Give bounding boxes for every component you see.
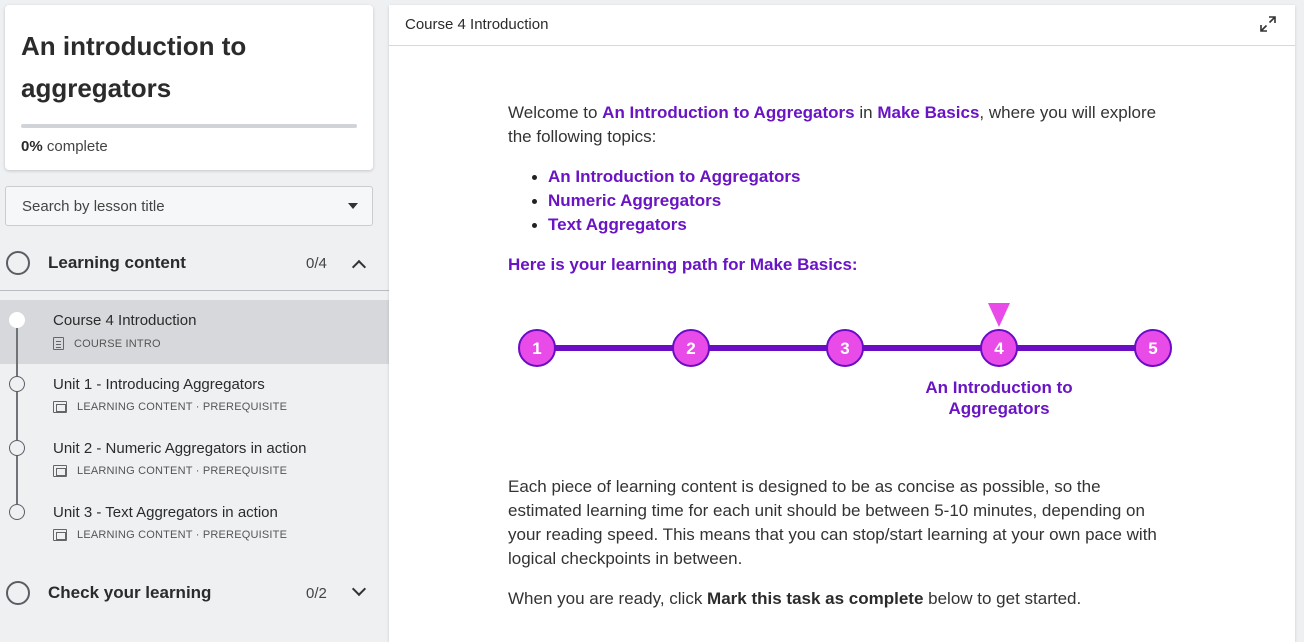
screen-icon xyxy=(53,529,67,541)
topic-item: An Introduction to Aggregators xyxy=(532,165,1178,189)
screen-icon xyxy=(53,401,67,413)
closing-prefix: When you are ready, click xyxy=(508,589,708,608)
lesson-header-title: Course 4 Introduction xyxy=(405,16,549,33)
intro-course-name: An Introduction to Aggregators xyxy=(602,103,855,122)
lesson-title: Course 4 Introduction xyxy=(53,312,197,329)
timeline-connector xyxy=(16,454,18,504)
lesson-sidebar: An introduction to aggregators 0% comple… xyxy=(0,0,389,642)
current-step-label-line-2: Aggregators xyxy=(948,399,1049,418)
section-label: Check your learning xyxy=(48,583,212,602)
lesson-meta: LEARNING CONTENT · PREREQUISITE xyxy=(53,401,287,413)
lesson-meta-text: COURSE INTRO xyxy=(74,337,161,350)
lesson-meta-text: LEARNING CONTENT · PREREQUISITE xyxy=(77,529,288,541)
timeline-connector xyxy=(16,390,18,440)
lesson-status-dot-icon xyxy=(9,376,25,392)
lesson-title: Unit 2 - Numeric Aggregators in action xyxy=(53,440,307,457)
lesson-meta: COURSE INTRO xyxy=(53,337,161,350)
progress-text: 0% complete xyxy=(21,138,108,155)
chevron-down-icon[interactable] xyxy=(351,581,367,597)
path-step-number: 5 xyxy=(1148,339,1157,358)
lesson-meta: LEARNING CONTENT · PREREQUISITE xyxy=(53,529,287,541)
topic-item: Numeric Aggregators xyxy=(532,189,1178,213)
expand-icon[interactable] xyxy=(1259,15,1277,33)
lesson-meta-text: LEARNING CONTENT · PREREQUISITE xyxy=(77,401,288,413)
progress-value: 0% xyxy=(21,138,43,155)
intro-paragraph: Welcome to An Introduction to Aggregator… xyxy=(508,101,1178,149)
lesson-item-unit-1[interactable]: Unit 1 - Introducing Aggregators LEARNIN… xyxy=(0,364,389,428)
lesson-header: Course 4 Introduction xyxy=(389,5,1295,46)
section-status-ring-icon xyxy=(6,251,30,275)
chevron-up-icon[interactable] xyxy=(351,259,367,275)
topics-list: An Introduction to Aggregators Numeric A… xyxy=(532,165,1178,237)
lesson-content-panel: Course 4 Introduction Welcome to An Intr… xyxy=(389,5,1295,642)
section-status-ring-icon xyxy=(6,581,30,605)
screen-icon xyxy=(53,465,67,477)
learning-path-diagram: 1 2 3 4 5 An Introduction to Aggregators xyxy=(518,303,1172,418)
lesson-status-dot-icon xyxy=(9,440,25,456)
caret-down-icon xyxy=(348,203,358,209)
section-learning-content[interactable]: Learning content 0/4 xyxy=(0,238,389,288)
lesson-title: Unit 3 - Text Aggregators in action xyxy=(53,504,278,521)
path-step-number: 4 xyxy=(994,339,1004,358)
intro-path-name: Make Basics xyxy=(877,103,980,122)
section-label: Learning content xyxy=(48,253,186,272)
course-summary-card: An introduction to aggregators 0% comple… xyxy=(5,5,373,170)
document-icon xyxy=(53,337,64,350)
path-step-number: 1 xyxy=(532,339,541,358)
lesson-search-dropdown[interactable]: Search by lesson title xyxy=(5,186,373,226)
lesson-meta-text: LEARNING CONTENT · PREREQUISITE xyxy=(77,465,288,477)
lesson-title: Unit 1 - Introducing Aggregators xyxy=(53,376,265,393)
lesson-item-unit-3[interactable]: Unit 3 - Text Aggregators in action LEAR… xyxy=(0,492,389,556)
lesson-item-course-4-intro[interactable]: Course 4 Introduction COURSE INTRO xyxy=(0,300,389,364)
closing-paragraph: When you are ready, click Mark this task… xyxy=(508,587,1178,611)
lesson-body: Welcome to An Introduction to Aggregator… xyxy=(508,101,1178,277)
lesson-status-dot-icon xyxy=(9,312,25,328)
section-count: 0/4 xyxy=(306,254,327,272)
course-title: An introduction to aggregators xyxy=(21,31,247,103)
body-paragraph: Each piece of learning content is design… xyxy=(508,477,1157,568)
intro-prefix: Welcome to xyxy=(508,103,603,122)
path-step-number: 2 xyxy=(686,339,695,358)
intro-mid: in xyxy=(854,103,878,122)
progress-suffix: complete xyxy=(46,138,108,155)
section-count: 0/2 xyxy=(306,584,327,602)
lesson-item-unit-2[interactable]: Unit 2 - Numeric Aggregators in action L… xyxy=(0,428,389,492)
closing-suffix: below to get started. xyxy=(923,589,1082,608)
lesson-meta: LEARNING CONTENT · PREREQUISITE xyxy=(53,465,287,477)
section-divider xyxy=(0,290,389,291)
section-check-your-learning[interactable]: Check your learning 0/2 xyxy=(0,568,389,618)
current-step-label-line-1: An Introduction to xyxy=(925,378,1072,397)
search-placeholder: Search by lesson title xyxy=(22,197,165,215)
learning-path-heading: Here is your learning path for Make Basi… xyxy=(508,255,858,274)
lesson-body-continued: Each piece of learning content is design… xyxy=(508,475,1178,611)
topic-item: Text Aggregators xyxy=(532,213,1178,237)
current-step-marker-icon xyxy=(988,303,1010,327)
lesson-status-dot-icon xyxy=(9,504,25,520)
closing-bold-action: Mark this task as complete xyxy=(707,589,924,608)
course-progress-bar xyxy=(21,124,357,128)
path-step-number: 3 xyxy=(840,339,849,358)
